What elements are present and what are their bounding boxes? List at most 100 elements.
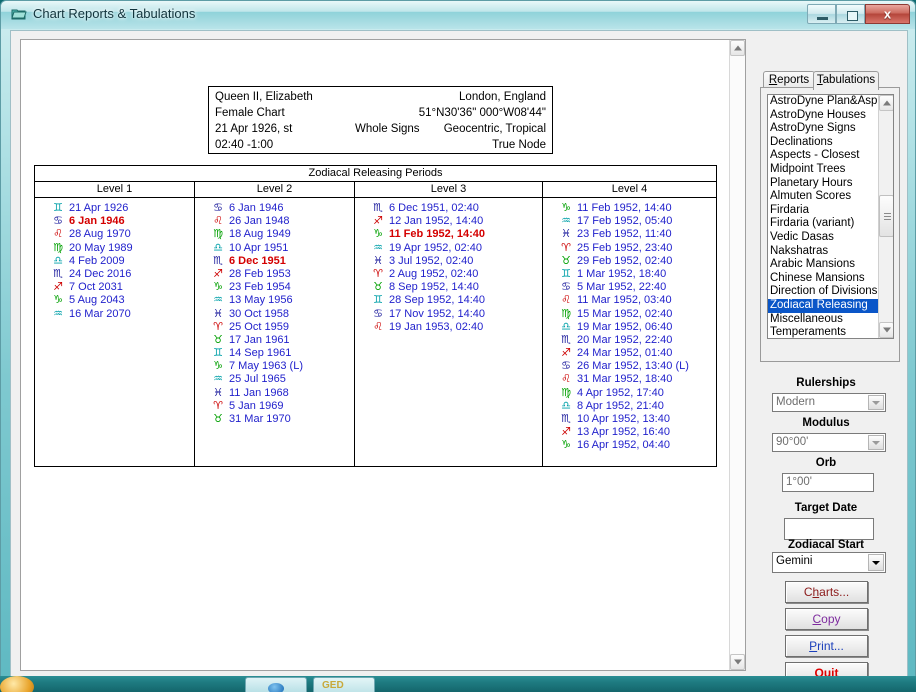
column-level-3: ♏ 6 Dec 1951, 02:40 ♐ 12 Jan 1952, 14:40 ♑ 11…	[355, 198, 543, 466]
list-item[interactable]: Nakshatras	[768, 245, 878, 259]
modulus-dropdown[interactable]: 90°00'	[772, 433, 886, 452]
period-date: 29 Feb 1952, 02:40	[577, 254, 673, 267]
list-item[interactable]: Declinations	[768, 136, 878, 150]
folder-chart-icon	[11, 7, 27, 21]
period-date: 31 Mar 1952, 18:40	[577, 373, 673, 386]
aquarius-glyph-icon: ♒	[373, 240, 383, 254]
column-header-level-3: Level 3	[355, 182, 543, 197]
target-date-input[interactable]	[784, 518, 874, 540]
title-bar: Chart Reports & Tabulations x	[1, 1, 915, 29]
minimize-button[interactable]	[807, 4, 836, 24]
table-row: ♍ 18 Aug 1949	[195, 227, 354, 240]
table-row: ♍ 20 May 1989	[35, 241, 194, 254]
period-date: 19 Apr 1952, 02:40	[389, 241, 482, 254]
libra-glyph-icon: ♎	[561, 319, 571, 333]
rulerships-dropdown[interactable]: Modern	[772, 393, 886, 412]
column-level-2: ♋ 6 Jan 1946 ♌ 26 Jan 1948 ♍ 18 Aug 1949 ♎ 10 A…	[195, 198, 355, 466]
list-item[interactable]: Firdaria (variant)	[768, 217, 878, 231]
table-row: ♑ 11 Feb 1952, 14:40	[355, 227, 542, 240]
table-row: ♈ 25 Feb 1952, 23:40	[543, 241, 716, 254]
chevron-down-icon[interactable]	[868, 395, 884, 410]
print-button[interactable]: Print...	[785, 635, 868, 657]
copy-button[interactable]: Copy	[785, 608, 868, 630]
list-item[interactable]: AstroDyne Plan&Asp	[768, 95, 878, 109]
table-row: ♏ 6 Dec 1951, 02:40	[355, 201, 542, 214]
list-item[interactable]: Almuten Scores	[768, 190, 878, 204]
chevron-down-icon[interactable]	[868, 554, 884, 571]
period-date: 11 Mar 1952, 03:40	[577, 294, 672, 307]
report-content: Queen II, Elizabeth London, England Fema…	[21, 40, 731, 670]
listbox-scrollbar[interactable]	[878, 95, 893, 338]
period-date: 23 Feb 1952, 11:40	[577, 228, 672, 241]
table-row: ♒ 19 Apr 1952, 02:40	[355, 241, 542, 254]
copy-button-label: Copy	[812, 612, 841, 626]
orb-input[interactable]: 1°00'	[782, 473, 874, 492]
table-row: ♎ 10 Apr 1951	[195, 241, 354, 254]
period-date: 11 Feb 1952, 14:40	[389, 228, 486, 241]
rulerships-value: Modern	[776, 396, 815, 408]
table-row: ♏ 20 Mar 1952, 22:40	[543, 333, 716, 346]
gemini-glyph-icon: ♊	[373, 293, 383, 307]
table-row: ♊ 14 Sep 1961	[195, 346, 354, 359]
list-scrollbar-thumb[interactable]	[879, 195, 893, 237]
list-item[interactable]: Miscellaneous	[768, 313, 878, 327]
list-item[interactable]: Vedic Dasas	[768, 231, 878, 245]
column-header-level-1: Level 1	[35, 182, 195, 197]
list-scroll-up-button[interactable]	[879, 95, 893, 111]
period-date: 31 Mar 1970	[229, 413, 291, 425]
libra-glyph-icon: ♎	[213, 240, 223, 254]
taskbar-item-2[interactable]: GED	[313, 677, 375, 692]
start-orb-icon[interactable]	[0, 676, 34, 692]
list-item[interactable]: AstroDyne Signs	[768, 122, 878, 136]
table-row: ♑ 16 Apr 1952, 04:40	[543, 438, 716, 451]
gemini-glyph-icon: ♊	[561, 266, 571, 280]
list-item[interactable]: Direction of Divisions	[768, 285, 878, 299]
chart-type: Female Chart	[215, 107, 285, 119]
table-row: ♎ 19 Mar 1952, 06:40	[543, 320, 716, 333]
list-item[interactable]: Planetary Hours	[768, 177, 878, 191]
table-row: ♍ 4 Apr 1952, 17:40	[543, 386, 716, 399]
list-item[interactable]: AstroDyne Houses	[768, 109, 878, 123]
table-row: ♑ 5 Aug 2043	[35, 293, 194, 306]
maximize-button[interactable]	[836, 4, 865, 24]
scorpio-glyph-icon: ♏	[373, 201, 383, 214]
scroll-up-button[interactable]	[730, 40, 745, 56]
list-scroll-down-button[interactable]	[879, 322, 893, 338]
period-date: 11 Jan 1968	[229, 386, 289, 399]
zodiacal-start-dropdown[interactable]: Gemini	[772, 552, 886, 573]
tab-tabulations[interactable]: Tabulations	[813, 71, 879, 90]
scrollbar-track[interactable]	[730, 56, 745, 654]
table-row: ♌ 11 Mar 1952, 03:40	[543, 293, 716, 306]
scorpio-glyph-icon: ♏	[561, 412, 571, 425]
report-scrollbar[interactable]	[729, 40, 745, 670]
list-item[interactable]: Firdaria	[768, 204, 878, 218]
list-item[interactable]: Midpoint Trees	[768, 163, 878, 177]
table-row: ♋ 17 Nov 1952, 14:40	[355, 307, 542, 320]
list-item[interactable]: Aspects - Closest	[768, 149, 878, 163]
list-item[interactable]: Chinese Mansions	[768, 272, 878, 286]
table-row: ♍ 15 Mar 1952, 02:40	[543, 307, 716, 320]
chart-place: London, England	[459, 91, 546, 103]
tabulations-listbox[interactable]: Further DignitiesAstroDyne Plan&AspAstro…	[767, 94, 894, 339]
chevron-up-icon	[733, 45, 742, 51]
chart-date: 21 Apr 1926, st	[215, 123, 293, 135]
close-button[interactable]: x	[865, 4, 910, 24]
list-item[interactable]: Zodiacal Releasing	[768, 298, 878, 313]
client-area: Queen II, Elizabeth London, England Fema…	[10, 30, 908, 684]
scroll-down-button[interactable]	[730, 654, 745, 670]
charts-button[interactable]: Charts...	[785, 581, 868, 603]
table-row: ♒ 13 May 1956	[195, 293, 354, 306]
chevron-down-icon[interactable]	[868, 435, 884, 450]
taskbar-item-1[interactable]	[245, 677, 307, 692]
zodiacal-start-label: Zodiacal Start	[787, 539, 865, 551]
list-item[interactable]: Temperaments	[768, 326, 878, 338]
side-panel: Reports Tabulations Further DignitiesAst…	[752, 39, 900, 671]
gemini-glyph-icon: ♊	[53, 201, 63, 214]
sagittarius-glyph-icon: ♐	[561, 425, 571, 439]
period-date: 13 May 1956	[229, 294, 293, 307]
zodiacal-releasing-table: Zodiacal Releasing Periods Level 1 Level…	[34, 165, 717, 467]
table-row: ♐ 24 Mar 1952, 01:40	[543, 346, 716, 359]
list-item[interactable]: Arabic Mansions	[768, 258, 878, 272]
rulerships-label: Rulerships	[796, 377, 856, 389]
period-date: 30 Oct 1958	[229, 307, 289, 320]
